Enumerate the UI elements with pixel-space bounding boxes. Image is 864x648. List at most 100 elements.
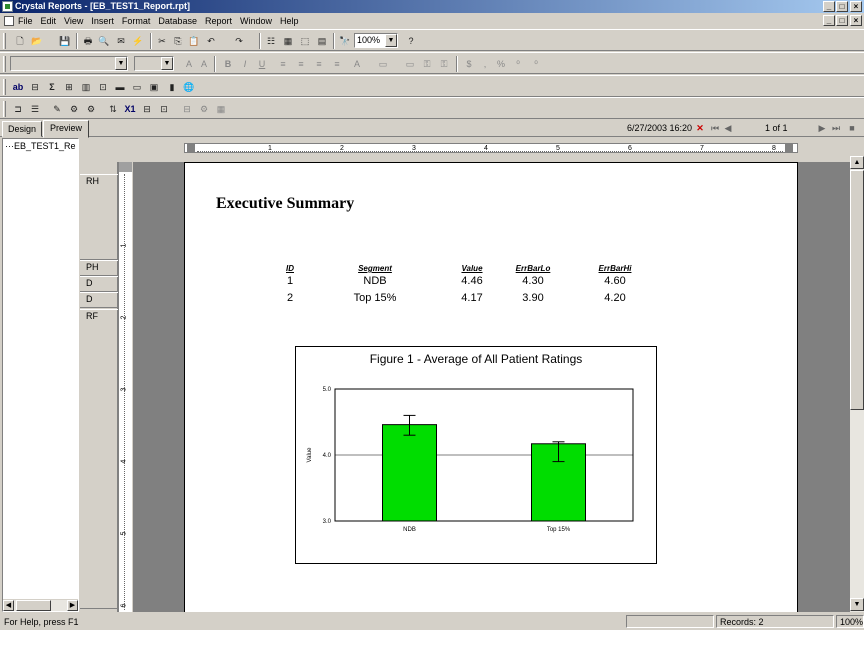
formula-workshop-icon[interactable]: ✎ — [50, 102, 64, 116]
save-icon[interactable]: 💾 — [58, 34, 72, 48]
undo-icon[interactable]: ↶ — [204, 34, 218, 48]
justify-icon[interactable]: ≡ — [330, 57, 344, 71]
next-page-icon[interactable]: ▶ — [815, 121, 829, 135]
menu-item-window[interactable]: Window — [240, 14, 272, 28]
highlight-expert-icon[interactable]: ⊡ — [157, 102, 171, 116]
italic-icon[interactable]: I — [238, 57, 252, 71]
doc-close-button[interactable]: × — [850, 15, 862, 26]
field-explorer-icon[interactable]: ▦ — [281, 34, 295, 48]
chevron-down-icon[interactable]: ▼ — [115, 57, 127, 70]
search-icon[interactable]: 🔭 — [338, 34, 352, 48]
ruler-margin-marker[interactable] — [187, 144, 195, 152]
chevron-down-icon[interactable]: ▼ — [161, 57, 173, 70]
align-left-icon[interactable]: ≡ — [276, 57, 290, 71]
menu-item-help[interactable]: Help — [280, 14, 299, 28]
lock-format-icon[interactable]: ⚿ — [420, 57, 434, 71]
section-label[interactable]: RH — [80, 174, 118, 260]
decrease-decimal-icon[interactable]: ⁰ — [529, 57, 543, 71]
report-explorer-icon[interactable]: ⬚ — [298, 34, 312, 48]
copy-icon[interactable]: ⎘ — [171, 34, 185, 48]
scroll-left-icon[interactable]: ◀ — [3, 600, 14, 611]
shrink-font-icon[interactable]: A — [197, 57, 211, 71]
section-label[interactable]: RF — [80, 309, 118, 609]
toolbar-grip[interactable] — [3, 56, 6, 72]
menu-item-report[interactable]: Report — [205, 14, 232, 28]
top-n-icon[interactable]: ⊟ — [140, 102, 154, 116]
scroll-up-icon[interactable]: ▲ — [850, 156, 864, 169]
open-icon[interactable]: 📂 — [30, 34, 44, 48]
database-expert-icon[interactable]: ⚙ — [67, 102, 81, 116]
suppress-icon[interactable]: ▭ — [403, 57, 417, 71]
print-icon[interactable]: 🖶 — [81, 34, 95, 48]
box-icon[interactable]: ▭ — [130, 80, 144, 94]
zoom-select[interactable]: 100% ▼ — [354, 33, 398, 48]
font-name-select[interactable]: ▼ — [10, 56, 128, 71]
menu-item-view[interactable]: View — [64, 14, 83, 28]
first-page-icon[interactable]: ⏮ — [708, 121, 722, 135]
scroll-thumb[interactable] — [16, 600, 51, 611]
percent-icon[interactable]: % — [494, 57, 508, 71]
hyperlink-icon[interactable]: ⚙ — [197, 102, 211, 116]
stop-icon[interactable]: ✕ — [693, 121, 707, 135]
template-icon[interactable]: ⊟ — [180, 102, 194, 116]
doc-minimize-button[interactable]: _ — [823, 15, 835, 26]
cut-icon[interactable]: ✂ — [155, 34, 169, 48]
align-right-icon[interactable]: ≡ — [312, 57, 326, 71]
toolbar-grip[interactable] — [3, 79, 6, 95]
repository-icon[interactable]: ▤ — [315, 34, 329, 48]
close-button[interactable]: × — [850, 1, 862, 12]
chart-icon[interactable]: ▮ — [165, 80, 179, 94]
toolbar-grip[interactable] — [3, 33, 6, 49]
print-preview-icon[interactable]: 🔍 — [97, 34, 111, 48]
align-center-icon[interactable]: ≡ — [294, 57, 308, 71]
toolbar-grip[interactable] — [3, 101, 6, 117]
help-icon[interactable]: ? — [404, 34, 418, 48]
menu-item-insert[interactable]: Insert — [91, 14, 114, 28]
tree-node-report[interactable]: ···EB_TEST1_Re — [5, 141, 76, 151]
font-size-select[interactable]: ▼ — [134, 56, 174, 71]
stop-loading-icon[interactable]: ■ — [845, 121, 859, 135]
grid-icon[interactable]: ▦ — [214, 102, 228, 116]
menu-item-file[interactable]: File — [18, 14, 33, 28]
formula-icon[interactable]: X1 — [123, 102, 137, 116]
map-icon[interactable]: 🌐 — [182, 80, 196, 94]
previous-page-icon[interactable]: ◀ — [721, 121, 735, 135]
picture-icon[interactable]: ▣ — [147, 80, 161, 94]
doc-restore-button[interactable]: □ — [836, 15, 848, 26]
text-object-icon[interactable]: ab — [11, 80, 25, 94]
section-expert-icon[interactable]: ☰ — [28, 102, 42, 116]
new-icon[interactable]: 🗋 — [13, 34, 27, 48]
summary-icon[interactable]: Σ — [45, 80, 59, 94]
section-label[interactable]: PH — [80, 260, 118, 276]
bold-icon[interactable]: B — [221, 57, 235, 71]
line-icon[interactable]: ▬ — [113, 80, 127, 94]
maximize-button[interactable]: □ — [836, 1, 848, 12]
group-expert-icon[interactable]: ⚙ — [84, 102, 98, 116]
export-icon[interactable]: ✉ — [114, 34, 128, 48]
grow-font-icon[interactable]: A — [182, 57, 196, 71]
section-label[interactable]: D — [80, 292, 118, 308]
document-icon[interactable] — [4, 16, 14, 26]
border-icon[interactable]: ▭ — [376, 57, 390, 71]
group-icon[interactable]: ⊟ — [28, 80, 42, 94]
refresh-icon[interactable]: ⚡ — [131, 34, 145, 48]
underline-icon[interactable]: U — [255, 57, 269, 71]
sort-expert-icon[interactable]: ⇅ — [106, 102, 120, 116]
select-expert-icon[interactable]: ⊐ — [11, 102, 25, 116]
chevron-down-icon[interactable]: ▼ — [385, 34, 397, 47]
redo-icon[interactable]: ↷ — [232, 34, 246, 48]
vertical-scrollbar[interactable]: ▲ ▼ — [850, 156, 864, 612]
tab-preview[interactable]: Preview — [43, 120, 89, 138]
paste-icon[interactable]: 📋 — [187, 34, 201, 48]
thousands-icon[interactable]: , — [478, 57, 492, 71]
ruler-margin-marker[interactable] — [785, 144, 793, 152]
scroll-right-icon[interactable]: ▶ — [67, 600, 78, 611]
last-page-icon[interactable]: ⏭ — [829, 121, 843, 135]
scroll-down-icon[interactable]: ▼ — [850, 598, 864, 611]
subreport-icon[interactable]: ⊡ — [96, 80, 110, 94]
olap-icon[interactable]: ▥ — [79, 80, 93, 94]
toggle-tree-icon[interactable]: ☷ — [264, 34, 278, 48]
currency-icon[interactable]: $ — [462, 57, 476, 71]
minimize-button[interactable]: _ — [823, 1, 835, 12]
tab-design[interactable]: Design — [2, 121, 42, 137]
